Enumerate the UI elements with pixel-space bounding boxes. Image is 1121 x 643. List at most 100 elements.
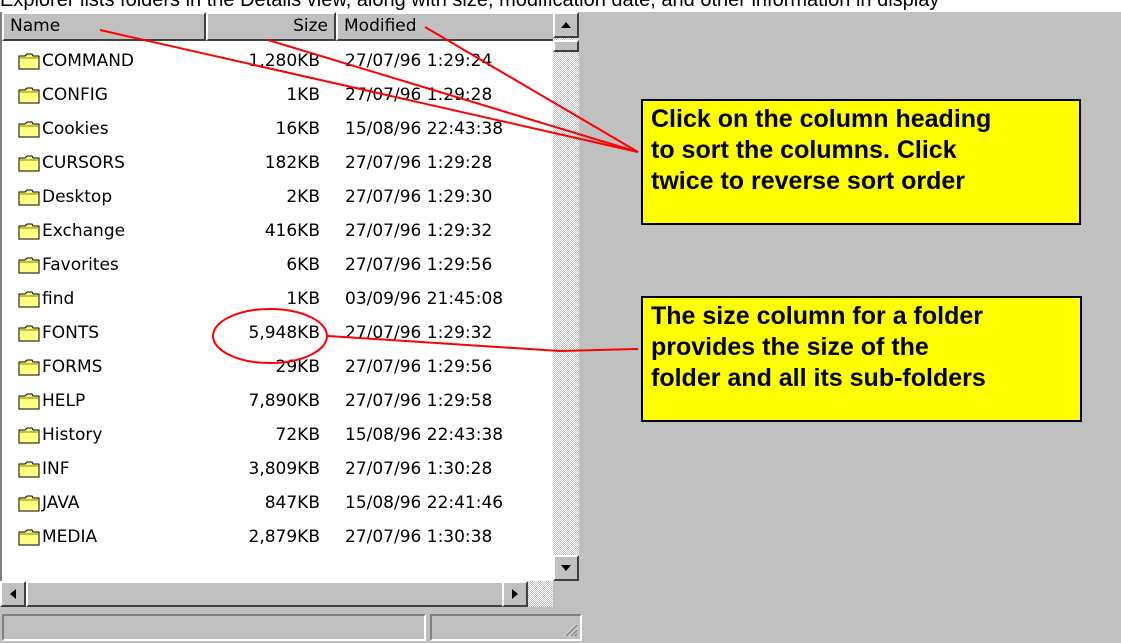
folder-icon [18,189,40,206]
file-row[interactable]: FONTS 5,948KB 27/07/96 1:29:32 [2,317,555,351]
file-row[interactable]: INF 3,809KB 27/07/96 1:30:28 [2,453,555,487]
folder-icon [18,257,40,274]
file-size: 1,280KB [248,51,320,71]
arrow-right-icon [512,589,518,599]
horizontal-scroll-thumb[interactable] [26,581,506,607]
folder-icon [18,427,40,444]
file-row[interactable]: find 1KB 03/09/96 21:45:08 [2,283,555,317]
file-row[interactable]: Favorites 6KB 27/07/96 1:29:56 [2,249,555,283]
file-size: 2KB [286,187,320,207]
file-modified: 27/07/96 1:29:28 [345,85,493,105]
callout-folder-size: The size column for a folder provides th… [641,296,1082,422]
folder-icon [18,529,40,546]
scroll-up-button[interactable] [553,12,579,38]
column-header-name[interactable]: Name [2,12,206,41]
status-bar [0,612,585,643]
callout-size-line: provides the size of the [651,333,929,361]
file-size: 7,890KB [248,391,320,411]
file-modified: 27/07/96 1:29:56 [345,255,493,275]
top-caption-strip: Explorer lists folders in the Details vi… [0,0,1121,12]
folder-icon [18,359,40,376]
arrow-up-icon [561,22,571,28]
callout-size-line: folder and all its sub-folders [651,364,986,392]
callout-sort-line: to sort the columns. Click [651,136,957,164]
resize-grip-icon[interactable] [562,621,578,637]
file-size: 2,879KB [248,527,320,547]
scroll-right-button[interactable] [502,581,528,607]
file-name: MEDIA [42,527,98,547]
arrow-down-icon [561,565,571,571]
explorer-details-view: Name Size Modified COMMAND 1,280KB 27/07/9… [0,12,585,643]
file-size: 16KB [275,119,320,139]
file-name: CONFIG [42,85,108,105]
scroll-left-button[interactable] [0,581,26,607]
file-modified: 15/08/96 22:43:38 [345,425,504,445]
file-modified: 15/08/96 22:43:38 [345,119,504,139]
file-name: History [42,425,103,445]
file-row[interactable]: HELP 7,890KB 27/07/96 1:29:58 [2,385,555,419]
top-caption: Explorer lists folders in the Details vi… [0,0,940,11]
scrollbar-corner [553,581,579,607]
file-name: Desktop [42,187,113,207]
file-rows: COMMAND 1,280KB 27/07/96 1:29:24 CONFIG 1KB 2… [2,45,555,555]
file-row[interactable]: COMMAND 1,280KB 27/07/96 1:29:24 [2,45,555,79]
file-size: 72KB [275,425,320,445]
file-modified: 27/07/96 1:29:32 [345,221,493,241]
folder-icon [18,87,40,104]
file-modified: 27/07/96 1:29:56 [345,357,493,377]
file-modified: 27/07/96 1:30:28 [345,459,493,479]
folder-icon [18,291,40,308]
file-row[interactable]: Desktop 2KB 27/07/96 1:29:30 [2,181,555,215]
callout-sort-line: twice to reverse sort order [651,167,966,195]
file-name: COMMAND [42,51,135,71]
folder-icon [18,155,40,172]
file-row[interactable]: JAVA 847KB 15/08/96 22:41:46 [2,487,555,521]
file-name: HELP [42,391,86,411]
file-size: 1KB [286,85,320,105]
file-size: 3,809KB [248,459,320,479]
file-modified: 27/07/96 1:29:28 [345,153,493,173]
file-name: find [42,289,75,309]
horizontal-scrollbar[interactable] [0,581,553,607]
file-size: 5,948KB [248,323,320,343]
file-name: Favorites [42,255,119,275]
file-row[interactable]: CONFIG 1KB 27/07/96 1:29:28 [2,79,555,113]
callout-sort-line: Click on the column heading [651,105,992,133]
file-size: 416KB [264,221,320,241]
vertical-scroll-thumb[interactable] [553,40,579,52]
status-pane-secondary [430,614,582,641]
file-name: CURSORS [42,153,125,173]
file-name: JAVA [42,493,80,513]
arrow-left-icon [10,589,16,599]
file-row[interactable]: MEDIA 2,879KB 27/07/96 1:30:38 [2,521,555,555]
callout-sort-columns: Click on the column heading to sort the … [641,99,1081,225]
file-modified: 27/07/96 1:30:38 [345,527,493,547]
file-modified: 27/07/96 1:29:58 [345,391,493,411]
file-size: 847KB [264,493,320,513]
file-name: FONTS [42,323,100,343]
file-size: 182KB [264,153,320,173]
file-modified: 03/09/96 21:45:08 [345,289,504,309]
file-name: Cookies [42,119,109,139]
scroll-down-button[interactable] [553,555,579,581]
file-modified: 15/08/96 22:41:46 [345,493,504,513]
file-list: Name Size Modified COMMAND 1,280KB 27/07/9… [0,12,557,581]
column-header-size[interactable]: Size [206,12,336,41]
file-name: FORMS [42,357,103,377]
file-modified: 27/07/96 1:29:24 [345,51,493,71]
folder-icon [18,325,40,342]
file-row[interactable]: CURSORS 182KB 27/07/96 1:29:28 [2,147,555,181]
file-row[interactable]: Cookies 16KB 15/08/96 22:43:38 [2,113,555,147]
status-pane-main [2,614,426,641]
file-size: 6KB [286,255,320,275]
folder-icon [18,461,40,478]
file-size: 29KB [275,357,320,377]
column-header-modified[interactable]: Modified [336,12,557,41]
callout-size-line: The size column for a folder [651,302,983,330]
vertical-scrollbar[interactable] [553,12,579,581]
file-row[interactable]: History 72KB 15/08/96 22:43:38 [2,419,555,453]
file-row[interactable]: FORMS 29KB 27/07/96 1:29:56 [2,351,555,385]
file-modified: 27/07/96 1:29:30 [345,187,493,207]
file-row[interactable]: Exchange 416KB 27/07/96 1:29:32 [2,215,555,249]
file-modified: 27/07/96 1:29:32 [345,323,493,343]
